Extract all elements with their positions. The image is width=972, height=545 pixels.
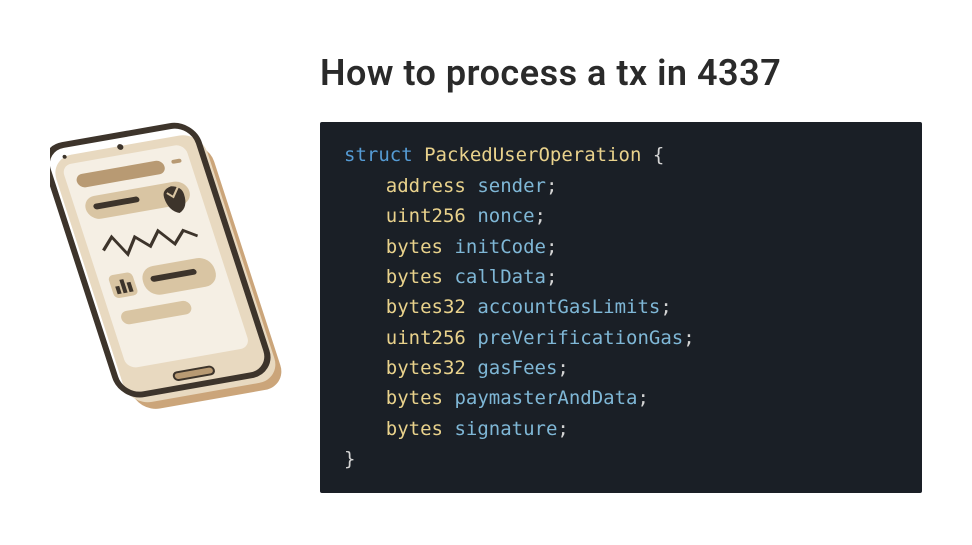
field-type: bytes [386, 387, 443, 409]
field-type: uint256 [386, 327, 466, 349]
code-block: struct PackedUserOperation { address sen… [320, 122, 922, 492]
semicolon: ; [546, 175, 557, 197]
field-type: bytes [386, 236, 443, 258]
field-name: gasFees [477, 357, 557, 379]
struct-fields: address sender;uint256 nonce;bytes initC… [344, 171, 898, 445]
field-type: address [386, 175, 466, 197]
field-type: bytes [386, 418, 443, 440]
semicolon: ; [660, 296, 671, 318]
field-name: preVerificationGas [477, 327, 683, 349]
field-type: bytes32 [386, 296, 466, 318]
field-type: bytes32 [386, 357, 466, 379]
field-name: accountGasLimits [477, 296, 660, 318]
close-brace-line: } [344, 444, 898, 474]
tablet-illustration [50, 93, 290, 453]
struct-field: address sender; [344, 171, 898, 201]
semicolon: ; [535, 205, 546, 227]
semicolon: ; [637, 387, 648, 409]
struct-field: bytes callData; [344, 262, 898, 292]
close-brace: } [344, 448, 355, 470]
field-name: callData [454, 266, 546, 288]
struct-field: bytes32 gasFees; [344, 353, 898, 383]
semicolon: ; [557, 418, 568, 440]
page-title: How to process a tx in 4337 [320, 52, 922, 94]
field-name: initCode [454, 236, 546, 258]
semicolon: ; [546, 266, 557, 288]
struct-field: bytes signature; [344, 414, 898, 444]
field-type: uint256 [386, 205, 466, 227]
struct-name: PackedUserOperation [424, 144, 641, 166]
isometric-tablet-icon [50, 93, 290, 453]
field-name: sender [477, 175, 546, 197]
field-name: nonce [477, 205, 534, 227]
struct-field: bytes initCode; [344, 232, 898, 262]
content-column: How to process a tx in 4337 struct Packe… [320, 52, 922, 492]
open-brace: { [653, 144, 664, 166]
struct-field: bytes paymasterAndData; [344, 383, 898, 413]
semicolon: ; [546, 236, 557, 258]
keyword-struct: struct [344, 144, 413, 166]
field-name: signature [454, 418, 557, 440]
struct-field: uint256 preVerificationGas; [344, 323, 898, 353]
semicolon: ; [683, 327, 694, 349]
struct-field: uint256 nonce; [344, 201, 898, 231]
field-type: bytes [386, 266, 443, 288]
struct-decl-line: struct PackedUserOperation { [344, 140, 898, 170]
struct-field: bytes32 accountGasLimits; [344, 292, 898, 322]
semicolon: ; [557, 357, 568, 379]
field-name: paymasterAndData [454, 387, 637, 409]
